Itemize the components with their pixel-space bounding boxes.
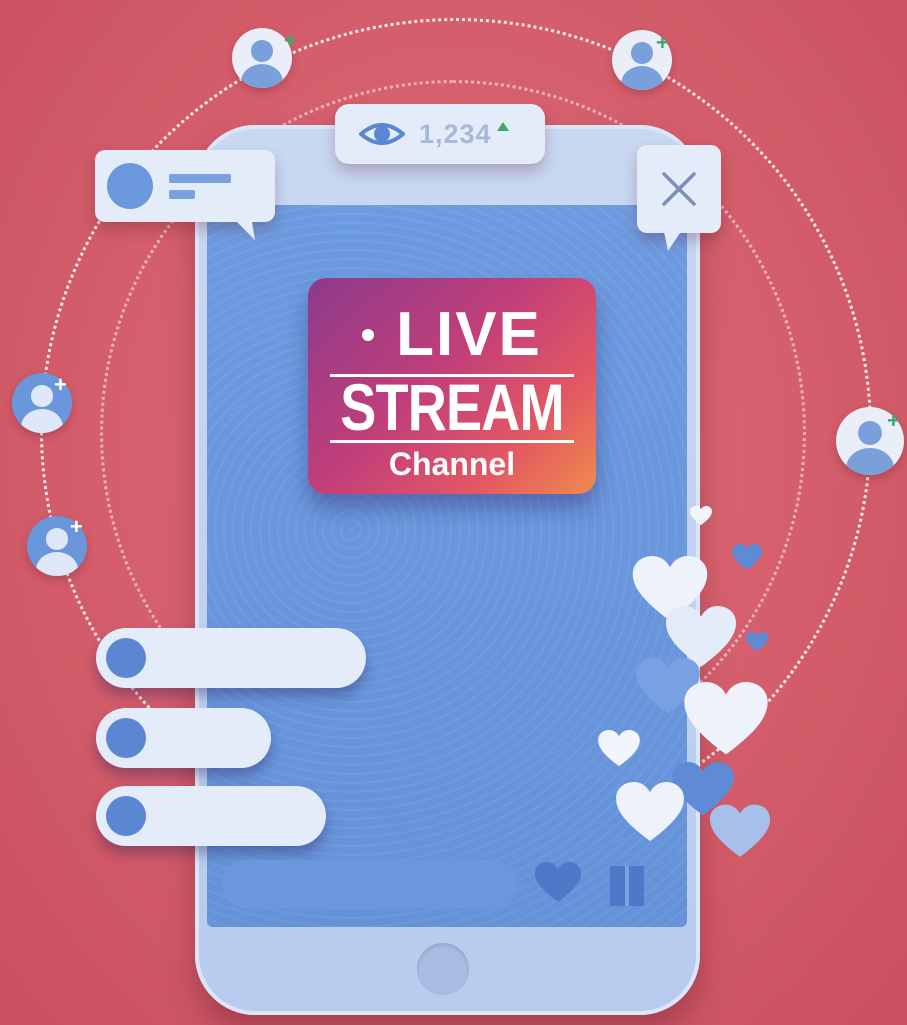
heart-icon <box>616 782 684 842</box>
avatar <box>106 718 146 758</box>
live-stream-card: LIVE STREAM Channel <box>308 278 596 494</box>
viewer-count-badge: 1,234 <box>335 104 545 164</box>
gift-icon[interactable] <box>610 866 644 906</box>
avatar <box>106 638 146 678</box>
chat-message <box>96 708 271 768</box>
heart-icon <box>690 506 712 526</box>
add-user-icon: + <box>656 30 669 55</box>
close-button[interactable] <box>637 145 721 251</box>
stream-label: STREAM <box>340 370 564 444</box>
add-user-icon: + <box>54 372 67 397</box>
add-user-icon: + <box>887 408 900 433</box>
heart-icon <box>746 632 768 652</box>
text-placeholder-line <box>169 190 195 199</box>
channel-label: Channel <box>388 446 516 482</box>
eye-icon <box>359 123 405 145</box>
live-label: LIVE <box>396 300 542 369</box>
comment-bubble <box>95 150 275 240</box>
live-indicator-dot <box>362 329 375 341</box>
heart-icon <box>684 682 768 755</box>
avatar <box>107 163 153 209</box>
heart-icon[interactable] <box>535 862 581 904</box>
add-user-icon: + <box>70 514 83 539</box>
text-placeholder-line <box>169 174 231 183</box>
add-user-icon: + <box>284 28 297 53</box>
heart-icon <box>598 730 640 767</box>
up-arrow-icon <box>496 121 509 131</box>
heart-icon <box>732 544 762 570</box>
viewer-count: 1,234 <box>419 118 492 149</box>
chat-message <box>96 786 326 846</box>
divider <box>330 440 574 443</box>
avatar <box>106 796 146 836</box>
follower-avatar[interactable] <box>232 28 292 88</box>
home-button[interactable] <box>417 943 469 995</box>
close-icon <box>662 172 696 206</box>
comment-input[interactable] <box>222 860 517 908</box>
chat-message <box>96 628 366 688</box>
heart-icon <box>710 804 770 857</box>
